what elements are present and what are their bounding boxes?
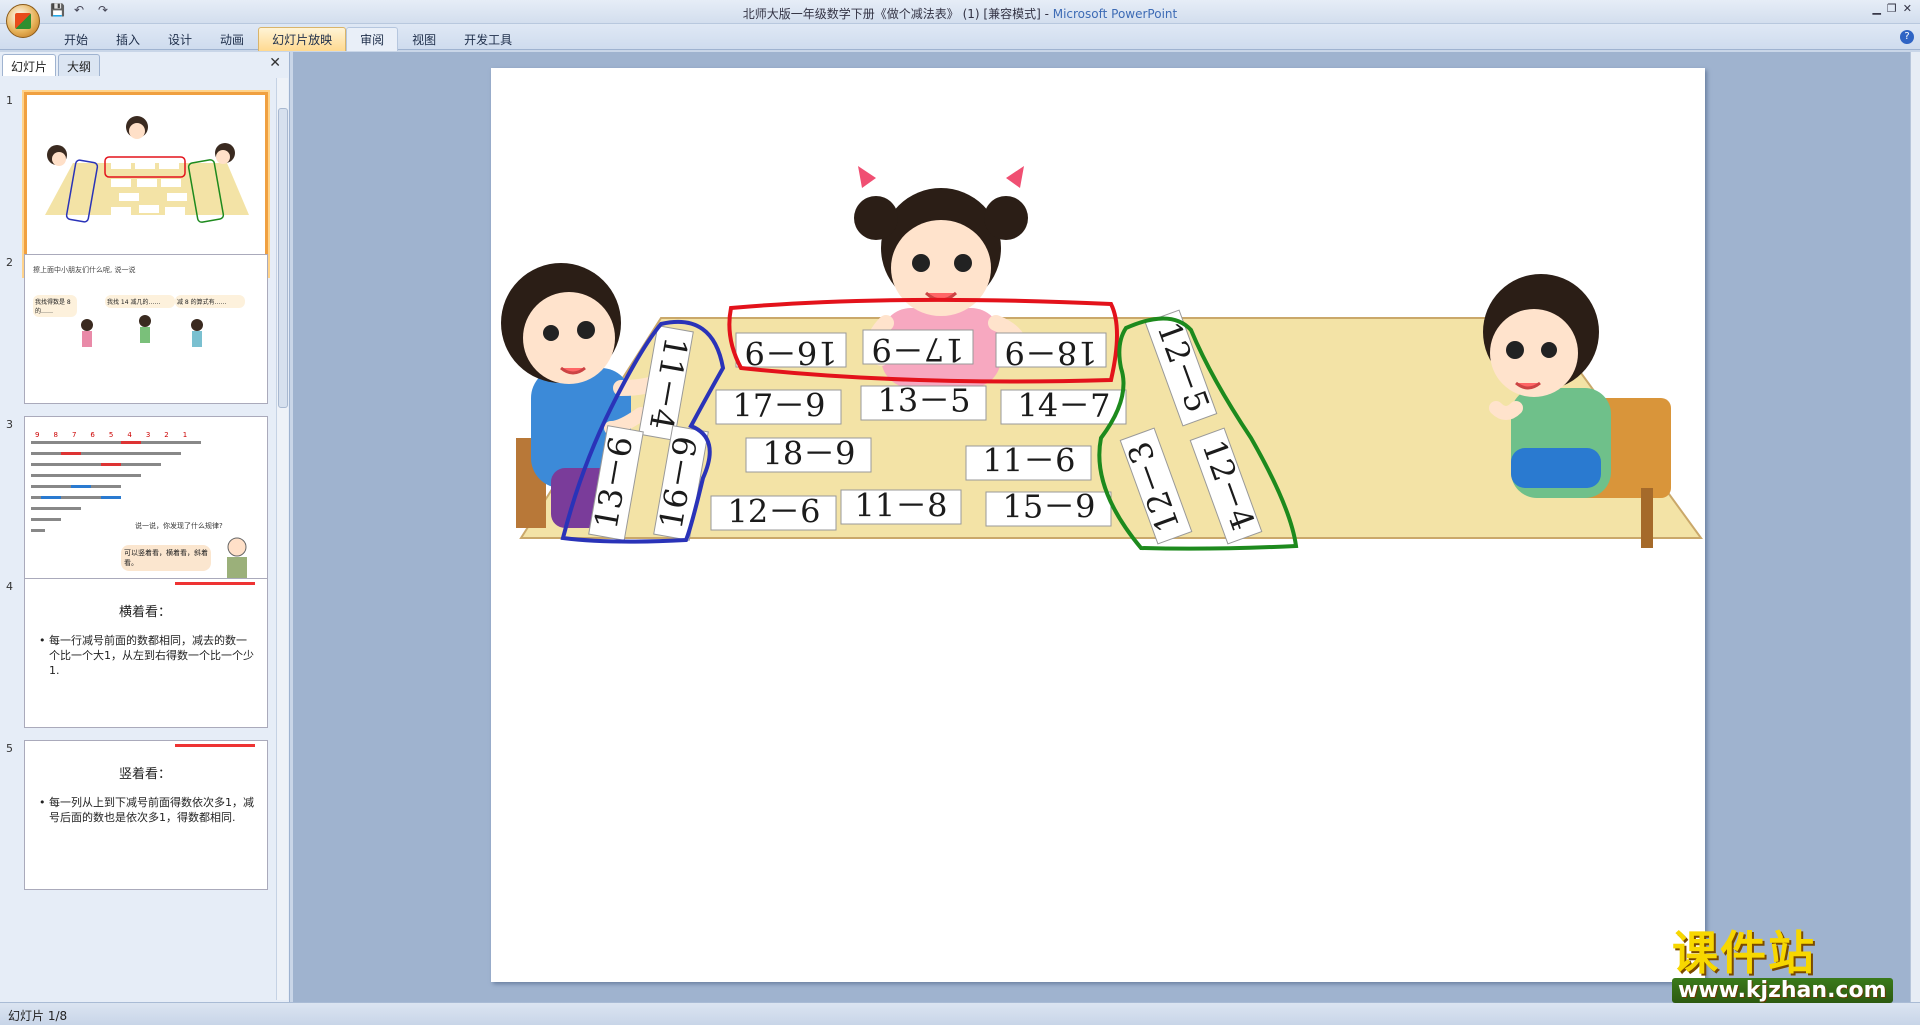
thumbnail-image [45,116,249,223]
office-button[interactable] [6,4,40,38]
watermark-url: www.kjzhan.com [1672,978,1893,1003]
thumbnails-scrollbar[interactable] [276,78,288,1000]
status-bar: 幻灯片 1/8 [0,1002,1920,1025]
window-controls: ▁ ❐ ✕ [1872,2,1912,15]
scrollbar-thumb[interactable] [278,108,288,408]
slide-editor: 16－9 17－9 18－9 17－9 13－5 14－7 18－9 11－6 … [293,52,1911,1002]
card-label: 17－9 [871,331,964,369]
current-slide[interactable]: 16－9 17－9 18－9 17－9 13－5 14－7 18－9 11－6 … [491,68,1705,982]
card-row3-1: 12－6 [710,493,837,531]
card-label: 11－8 [854,487,947,525]
card-row3-3: 15－9 [985,488,1112,527]
children-illustration [81,315,203,347]
ribbon: 开始 插入 设计 动画 幻灯片放映 审阅 视图 开发工具 ? [0,24,1920,51]
card-top-1: 16－9 [735,332,847,372]
tab-view[interactable]: 视图 [398,27,450,51]
slide-illustration: 16－9 17－9 18－9 17－9 13－5 14－7 18－9 11－6 … [501,166,1703,551]
card-label: 16－9 [744,334,837,372]
window-title: 北师大版一年级数学下册《做个减法表》 (1) [兼容模式] - Microsof… [742,7,1178,21]
card-label: 12－6 [727,493,820,531]
office-logo-icon [15,13,31,29]
tab-slideshow[interactable]: 幻灯片放映 [258,27,347,51]
slide-3-caption: 说一说，你发现了什么规律? [135,522,223,530]
tab-design[interactable]: 设计 [154,27,206,51]
tab-review[interactable]: 审阅 [346,27,399,51]
tab-outline[interactable]: 大纲 [58,54,101,76]
card-row1-1: 17－9 [715,387,842,425]
tab-slides[interactable]: 幻灯片 [2,54,57,76]
speech-bubble: 减 8 的算式有…… [175,295,245,308]
tab-home[interactable]: 开始 [50,27,102,51]
tab-animation[interactable]: 动画 [206,27,258,51]
editor-scrollbar[interactable] [1910,52,1920,1002]
slide-number: 2 [6,256,13,269]
card-top-3: 18－9 [995,332,1107,372]
slide-thumbnail-preview[interactable]: 竖着看： • 每一列从上到下减号前面得数依次多1，减号后面的数也是依次多1，得数都… [24,740,268,890]
slide-2-instruction: 擦上面中小朋友们什么呢, 说一说 [33,266,136,274]
title-bar: 💾 ↶ ↷ 北师大版一年级数学下册《做个减法表》 (1) [兼容模式] - Mi… [0,0,1920,24]
ribbon-tabs: 开始 插入 设计 动画 幻灯片放映 审阅 视图 开发工具 [50,27,526,51]
speech-bubble: 我找 14 减几的…… [105,295,175,308]
subtraction-table-miniature [31,441,201,532]
card-top-2: 17－9 [862,329,974,369]
card-label: 11－6 [982,442,1075,480]
panel-tabs: 幻灯片 大纲 [2,54,101,76]
tab-insert[interactable]: 插入 [102,27,154,51]
panel-close-icon[interactable]: ✕ [269,55,281,71]
card-label: 15－9 [1002,488,1095,526]
help-icon[interactable]: ? [1900,30,1914,44]
card-label: 18－9 [762,435,855,473]
slide-5-body: • 每一列从上到下减号前面得数依次多1，减号后面的数也是依次多1，得数都相同. [39,796,254,824]
slide-4-title: 横着看： [118,605,171,620]
number-header: 987654321 [35,431,188,439]
restore-icon[interactable]: ❐ [1887,2,1897,15]
slide-number: 3 [6,418,13,431]
slide-4-body: • 每一行减号前面的数都相同，减去的数一个比一个大1，从左到右得数一个比一个少1. [39,634,254,677]
card-label: 18－9 [1004,334,1097,372]
tab-developer[interactable]: 开发工具 [450,27,526,51]
slides-panel: 幻灯片 大纲 ✕ 1 2 擦上面中小朋友们什么呢, 说一说 我找得数是 8 的…… [0,52,290,1002]
slide-thumbnail-preview[interactable]: 擦上面中小朋友们什么呢, 说一说 我找得数是 8 的…… 我找 14 减几的……… [24,254,268,404]
slide-5-title: 竖着看： [118,767,171,782]
red-header-text [175,582,255,585]
watermark-cn: 课件站 [1672,926,1816,980]
card-row3-2: 11－8 [840,487,962,525]
card-row2-2: 11－6 [965,442,1092,481]
close-icon[interactable]: ✕ [1903,2,1912,15]
slide-counter: 幻灯片 1/8 [8,1009,68,1023]
slide-thumbnail-preview[interactable] [24,92,268,276]
slide-number: 1 [6,94,13,107]
card-row2-1: 18－9 [745,435,872,473]
card-row1-3: 14－7 [1000,387,1127,425]
slide-number: 4 [6,580,13,593]
card-label: 14－7 [1017,387,1110,425]
watermark-logo: 课件站 www.kjzhan.com [1672,926,1902,1003]
slide-thumbnail-preview[interactable]: 横着看： • 每一行减号前面的数都相同，减去的数一个比一个大1，从左到右得数一个比… [24,578,268,728]
slide-thumbnail-preview[interactable]: 987654321 说一说，你发现了什么规律? 可以竖着看，横着看，斜着看。 [24,416,268,598]
card-row1-2: 13－5 [860,382,987,421]
speech-bubble: 我找得数是 8 的…… [33,295,77,317]
card-label: 17－9 [732,387,825,425]
red-header-text [175,744,255,747]
card-label: 13－5 [877,382,970,420]
minimize-icon[interactable]: ▁ [1872,2,1880,15]
slide-number: 5 [6,742,13,755]
slide-thumbnails: 1 2 擦上面中小朋友们什么呢, 说一说 我找得数是 8 的…… 我找 14 减… [0,78,275,1000]
speech-bubble: 可以竖着看，横着看，斜着看。 [121,545,211,571]
